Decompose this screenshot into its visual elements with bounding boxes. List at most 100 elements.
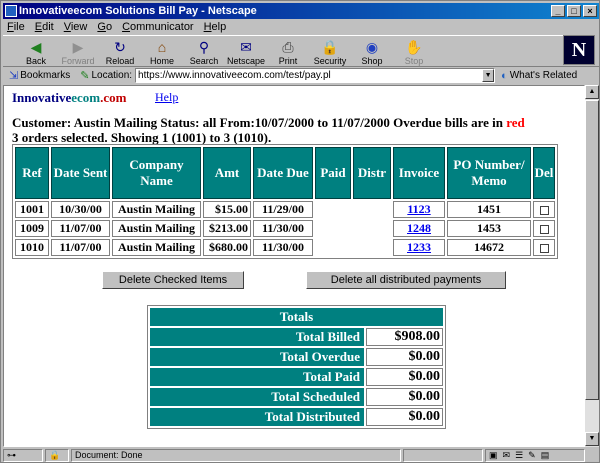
bills-table: Ref Date Sent Company Name Amt Date Due … (12, 144, 558, 259)
bookmarks-button[interactable]: ⇲ Bookmarks (9, 69, 70, 82)
netscape-window-icon (5, 5, 17, 17)
reload-button[interactable]: ↻ Reload (99, 36, 141, 66)
home-icon: ⌂ (157, 39, 167, 55)
totals-row: Total Distributed $0.00 (150, 408, 443, 426)
totals-value: $0.00 (366, 388, 443, 406)
cell-date-due: 11/30/00 (253, 220, 313, 237)
totals-table: Totals Total Billed $908.00 Total Overdue $… (147, 305, 446, 429)
component-bar: ▣ ✉ ☰ ✎ ▤ (485, 448, 585, 462)
window-title: Innovativeecom Solutions Bill Pay - Nets… (19, 5, 257, 17)
status-bar: ⊶ 🔒 Document: Done ▣ ✉ ☰ ✎ ▤ (3, 448, 599, 462)
cell-amt: $680.00 (203, 239, 251, 256)
delete-distributed-button[interactable]: Delete all distributed payments (306, 271, 506, 289)
composer-icon[interactable]: ✎ (528, 450, 536, 461)
col-company-name: Company Name (112, 147, 201, 199)
brand-part-com: .com (100, 90, 127, 105)
menu-go[interactable]: Go (97, 19, 112, 35)
search-button[interactable]: ⚲ Search (183, 36, 225, 66)
bill-row: 1010 11/07/00 Austin Mailing $680.00 11/30/0… (15, 239, 555, 256)
shop-label: Shop (361, 56, 383, 66)
totals-label: Total Billed (150, 328, 364, 346)
delete-checkbox[interactable] (539, 243, 549, 253)
netscape-logo[interactable]: N (563, 35, 595, 65)
dock-icon[interactable]: ▤ (541, 450, 550, 461)
col-amt: Amt (203, 147, 251, 199)
browser-window: Innovativeecom Solutions Bill Pay - Nets… (0, 0, 600, 463)
bookmarks-icon: ⇲ (9, 70, 19, 82)
col-date-due: Date Due (253, 147, 313, 199)
totals-value: $0.00 (366, 368, 443, 386)
col-po-number-memo: PO Number/ Memo (447, 147, 531, 199)
cell-invoice: 1248 (393, 220, 445, 237)
menu-bar: File Edit View Go Communicator Help (3, 19, 599, 35)
totals-title: Totals (150, 308, 443, 326)
invoice-link[interactable]: 1123 (407, 202, 430, 216)
invoice-link[interactable]: 1248 (407, 221, 431, 235)
bookmarks-label: Bookmarks (20, 70, 71, 81)
cell-date-sent: 10/30/00 (51, 201, 110, 218)
scroll-down-button[interactable]: ▼ (585, 432, 599, 446)
cell-amt: $213.00 (203, 220, 251, 237)
scroll-thumb[interactable] (585, 100, 599, 400)
bill-row: 1009 11/07/00 Austin Mailing $213.00 11/30/0… (15, 220, 555, 237)
cell-date-due: 11/30/00 (253, 239, 313, 256)
totals-row: Total Scheduled $0.00 (150, 388, 443, 406)
vertical-scrollbar[interactable]: ▲ ▼ (585, 85, 599, 447)
forward-button[interactable]: ▶ Forward (57, 36, 99, 66)
cell-amt: $15.00 (203, 201, 251, 218)
page-content: Innovativeecom.com Help Customer: Austin… (3, 85, 585, 447)
stop-button[interactable]: ✋ Stop (393, 36, 435, 66)
url-text: https://www.innovativeecom.com/test/pay.… (138, 70, 331, 81)
url-input[interactable]: https://www.innovativeecom.com/test/pay.… (135, 68, 496, 83)
col-distr: Distr (353, 147, 391, 199)
totals-label: Total Paid (150, 368, 364, 386)
url-dropdown-button[interactable]: ▼ (482, 69, 495, 82)
cell-date-due: 11/29/00 (253, 201, 313, 218)
cell-ref: 1010 (15, 239, 49, 256)
whats-related-button[interactable]: ◐ What's Related (501, 70, 577, 82)
minimize-button[interactable]: _ (551, 5, 565, 17)
home-button[interactable]: ⌂ Home (141, 36, 183, 66)
menu-edit[interactable]: Edit (35, 19, 54, 35)
cell-paid (315, 220, 351, 237)
delete-checked-button[interactable]: Delete Checked Items (102, 271, 244, 289)
forward-label: Forward (61, 56, 95, 66)
back-button[interactable]: ◀ Back (15, 36, 57, 66)
cell-po: 1453 (447, 220, 531, 237)
navigator-icon[interactable]: ▣ (489, 450, 498, 461)
delete-checkbox[interactable] (539, 224, 549, 234)
print-label: Print (278, 56, 298, 66)
brand-part-innovative: Innovative (12, 90, 72, 105)
help-link[interactable]: Help (155, 90, 178, 105)
menu-file[interactable]: File (7, 19, 25, 35)
secure-lock-icon: 🔒 (49, 449, 61, 460)
menu-communicator[interactable]: Communicator (122, 19, 194, 35)
totals-label: Total Scheduled (150, 388, 364, 406)
navigation-toolbar: ◀ Back ▶ Forward ↻ Reload ⌂ Home ⚲ Search ✉ Netscap… (3, 35, 563, 66)
col-paid: Paid (315, 147, 351, 199)
totals-value: $908.00 (366, 328, 443, 346)
reload-icon: ↻ (114, 39, 126, 55)
netscape-button[interactable]: ✉ Netscape (225, 36, 267, 66)
security-button[interactable]: 🔒 Security (309, 36, 351, 66)
security-indicator[interactable]: 🔒 (45, 448, 69, 462)
customer-info: Customer: Austin Mailing Status: all Fro… (12, 115, 582, 145)
shop-button[interactable]: ◉ Shop (351, 36, 393, 66)
cell-ref: 1009 (15, 220, 49, 237)
col-ref: Ref (15, 147, 49, 199)
maximize-button[interactable]: □ (567, 5, 581, 17)
close-button[interactable]: × (583, 5, 597, 17)
netscape-label: Netscape (226, 56, 266, 66)
invoice-link[interactable]: 1233 (407, 240, 431, 254)
connection-icon: ⊶ (7, 449, 16, 460)
print-button[interactable]: ⎙ Print (267, 36, 309, 66)
delete-checkbox[interactable] (539, 205, 549, 215)
news-icon[interactable]: ☰ (515, 450, 523, 461)
scroll-up-button[interactable]: ▲ (585, 85, 599, 99)
totals-label: Total Distributed (150, 408, 364, 426)
menu-help[interactable]: Help (204, 19, 227, 35)
info-line-1: Customer: Austin Mailing Status: all Fro… (12, 115, 507, 130)
cell-po: 1451 (447, 201, 531, 218)
menu-view[interactable]: View (64, 19, 88, 35)
mail-icon[interactable]: ✉ (503, 450, 511, 461)
